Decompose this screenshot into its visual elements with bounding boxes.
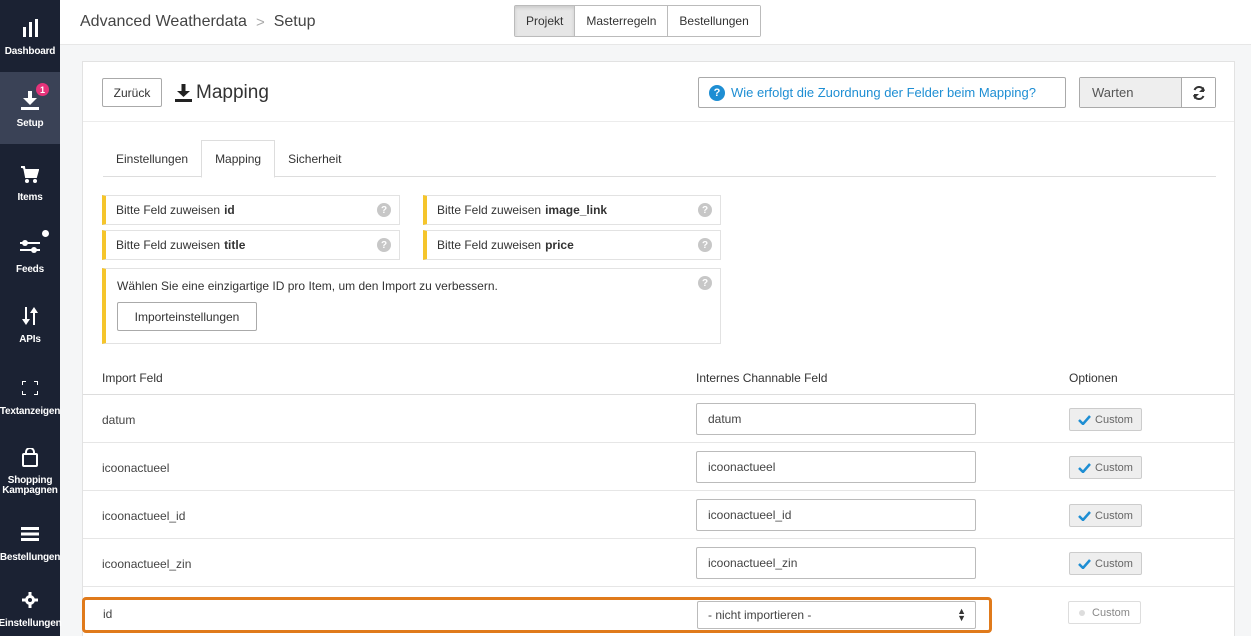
refresh-button[interactable]: [1182, 78, 1215, 107]
col-optionen: Optionen: [1069, 371, 1118, 385]
col-internes-feld: Internes Channable Feld: [696, 371, 828, 385]
breadcrumb: Advanced Weatherdata > Setup: [80, 13, 316, 31]
internal-field-input[interactable]: icoonactueel: [696, 451, 976, 483]
help-icon[interactable]: ?: [377, 203, 391, 217]
status-text: Warten: [1080, 78, 1182, 107]
card-header: Zurück Mapping ? Wie erfolgt die Zuordnu…: [83, 62, 1234, 122]
internal-field-select[interactable]: - nicht importieren - ▲ ▼: [697, 601, 976, 629]
sliders-icon: [20, 228, 51, 259]
sidebar-item-apis[interactable]: APIs: [0, 288, 60, 360]
radio-icon: [1079, 609, 1086, 616]
import-field-name: datum: [102, 413, 136, 427]
sidebar-item-items[interactable]: Items: [0, 146, 60, 218]
arrows-updown-icon: [22, 303, 38, 329]
tab-sicherheit[interactable]: Sicherheit: [275, 140, 354, 177]
breadcrumb-current: Setup: [273, 13, 316, 30]
table-row: icoonactueel icoonactueel Custom: [83, 443, 1234, 491]
import-settings-button[interactable]: Importeinstellungen: [117, 302, 257, 331]
notice-text: Wählen Sie eine einzigartige ID pro Item…: [117, 279, 498, 293]
help-icon[interactable]: ?: [698, 203, 712, 217]
help-icon[interactable]: ?: [698, 276, 712, 290]
nav-projekt[interactable]: Projekt: [515, 6, 576, 36]
tab-mapping[interactable]: Mapping: [201, 140, 276, 178]
page-title: Mapping: [175, 82, 269, 104]
help-icon[interactable]: ?: [698, 238, 712, 252]
warning-price: Bitte Feld zuweisen price ?: [423, 230, 721, 260]
breadcrumb-project[interactable]: Advanced Weatherdata: [80, 13, 247, 31]
mapping-card: Zurück Mapping ? Wie erfolgt die Zuordnu…: [82, 61, 1235, 636]
sidebar-item-setup[interactable]: 1 Setup: [0, 72, 60, 144]
sidebar-item-feeds[interactable]: Feeds: [0, 218, 60, 290]
table-row: datum datum Custom: [83, 395, 1234, 443]
import-field-name: icoonactueel_id: [102, 509, 186, 523]
bar-chart-icon: [22, 15, 38, 41]
list-icon: [21, 521, 39, 547]
sidebar-item-einstellungen[interactable]: Einstellungen: [0, 572, 62, 636]
custom-toggle[interactable]: Custom: [1068, 601, 1141, 624]
cart-icon: [21, 161, 39, 187]
table-row: icoonactueel_id icoonactueel_id Custom: [83, 491, 1234, 539]
nav-bestellungen[interactable]: Bestellungen: [668, 6, 760, 36]
notification-badge: 1: [36, 83, 49, 96]
warning-title: Bitte Feld zuweisen title ?: [102, 230, 400, 260]
help-icon[interactable]: ?: [377, 238, 391, 252]
custom-toggle[interactable]: Custom: [1069, 552, 1142, 575]
download-icon: [175, 84, 192, 102]
top-nav: Projekt Masterregeln Bestellungen: [514, 5, 761, 37]
tab-bar: Einstellungen Mapping Sicherheit: [103, 140, 1216, 178]
bag-icon: [22, 444, 38, 470]
warning-id: Bitte Feld zuweisen id ?: [102, 195, 400, 225]
topbar: Advanced Weatherdata > Setup Projekt Mas…: [60, 0, 1251, 45]
sort-icon: ▲ ▼: [957, 606, 966, 623]
sidebar-item-bestellungen[interactable]: Bestellungen: [0, 506, 60, 578]
chevron-right-icon: >: [255, 13, 265, 31]
status-group: Warten: [1079, 77, 1216, 108]
internal-field-input[interactable]: icoonactueel_zin: [696, 547, 976, 579]
sidebar-item-textanzeigen[interactable]: Textanzeigen: [0, 360, 60, 432]
import-field-name: icoonactueel_zin: [102, 557, 192, 571]
mapping-help-button[interactable]: ? Wie erfolgt die Zuordnung der Felder b…: [698, 77, 1066, 108]
internal-field-input[interactable]: datum: [696, 403, 976, 435]
question-icon: ?: [709, 84, 725, 101]
custom-toggle[interactable]: Custom: [1069, 408, 1142, 431]
internal-field-input[interactable]: icoonactueel_id: [696, 499, 976, 531]
import-field-name: id: [103, 607, 113, 621]
gear-icon: [22, 587, 38, 613]
refresh-icon: [1192, 85, 1205, 100]
warning-image-link: Bitte Feld zuweisen image_link ?: [423, 195, 721, 225]
checkmark-icon: [1078, 462, 1091, 473]
sidebar: Dashboard 1 Setup Items Feeds APIs Texta…: [0, 0, 62, 636]
checkmark-icon: [1078, 558, 1091, 569]
tab-einstellungen[interactable]: Einstellungen: [103, 140, 201, 177]
table-header: Import Feld Internes Channable Feld Opti…: [83, 359, 1234, 395]
sidebar-item-dashboard[interactable]: Dashboard: [0, 0, 60, 72]
checkmark-icon: [1078, 414, 1091, 425]
import-field-name: icoonactueel: [102, 461, 170, 475]
col-import-feld: Import Feld: [102, 371, 163, 385]
back-button[interactable]: Zurück: [102, 78, 162, 107]
checkmark-icon: [1078, 510, 1091, 521]
sidebar-item-shopping-kampagnen[interactable]: Shopping Kampagnen: [0, 434, 60, 506]
custom-toggle[interactable]: Custom: [1069, 504, 1142, 527]
custom-toggle[interactable]: Custom: [1069, 456, 1142, 479]
highlighted-row: id - nicht importieren - ▲ ▼: [82, 597, 992, 633]
globe-icon: [40, 228, 51, 239]
nav-masterregeln[interactable]: Masterregeln: [575, 6, 669, 36]
download-icon: 1: [21, 83, 49, 113]
expand-icon: [22, 375, 38, 401]
unique-id-notice: Wählen Sie eine einzigartige ID pro Item…: [102, 268, 721, 344]
table-row: icoonactueel_zin icoonactueel_zin Custom: [83, 539, 1234, 587]
